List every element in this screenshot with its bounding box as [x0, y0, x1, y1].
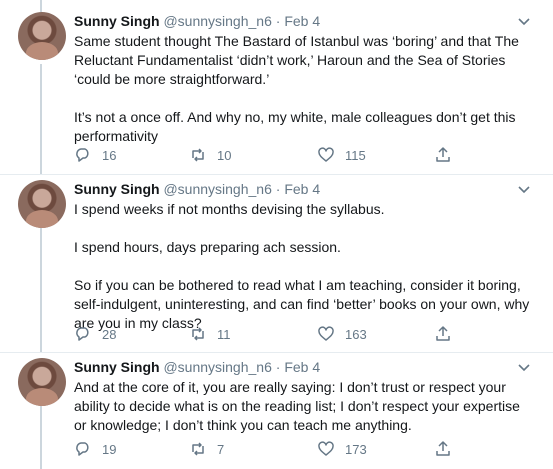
share-icon	[436, 147, 450, 162]
tweet[interactable]: Sunny Singh @sunnysingh_n6 · Feb 4 I spe…	[0, 180, 553, 350]
tweet-text: I spend weeks if not months devising the…	[74, 201, 530, 331]
chevron-down-icon[interactable]	[517, 14, 531, 28]
reply-button[interactable]: 16	[74, 146, 116, 164]
share-button[interactable]	[434, 325, 452, 343]
tweet-text: Same student thought The Bastard of Ista…	[74, 33, 519, 144]
timestamp[interactable]: Feb 4	[284, 181, 320, 197]
share-button[interactable]	[434, 440, 452, 458]
tweet-header: Sunny Singh @sunnysingh_n6 · Feb 4	[74, 12, 320, 30]
heart-icon	[318, 326, 334, 341]
reply-icon	[76, 327, 89, 341]
heart-icon	[318, 441, 334, 456]
like-button[interactable]: 163	[317, 325, 367, 343]
handle[interactable]: @sunnysingh_n6	[163, 359, 271, 375]
separator-dot: ·	[275, 359, 281, 375]
retweet-icon	[192, 148, 204, 162]
retweet-count: 10	[217, 147, 232, 163]
chevron-down-icon[interactable]	[517, 182, 531, 196]
reply-button[interactable]: 19	[74, 440, 116, 458]
like-count: 115	[345, 147, 366, 163]
tweet-header: Sunny Singh @sunnysingh_n6 · Feb 4	[74, 358, 320, 376]
reply-count: 16	[102, 147, 117, 163]
like-count: 173	[345, 441, 367, 457]
tweet-actions: 19 7 173	[74, 440, 534, 460]
reply-count: 28	[102, 326, 117, 342]
handle[interactable]: @sunnysingh_n6	[163, 13, 271, 29]
timestamp[interactable]: Feb 4	[284, 359, 320, 375]
like-count: 163	[345, 326, 367, 342]
heart-icon	[318, 147, 334, 162]
retweet-count: 11	[217, 326, 231, 342]
display-name[interactable]: Sunny Singh	[74, 181, 160, 197]
display-name[interactable]: Sunny Singh	[74, 13, 160, 29]
retweet-button[interactable]: 7	[189, 440, 224, 458]
tweet-actions: 16 10 115	[74, 146, 534, 166]
tweet[interactable]: Sunny Singh @sunnysingh_n6 · Feb 4 And a…	[0, 358, 553, 469]
divider	[0, 174, 553, 175]
chevron-down-icon[interactable]	[517, 360, 531, 374]
avatar[interactable]	[18, 12, 66, 60]
thread-line	[40, 0, 42, 12]
avatar[interactable]	[18, 358, 66, 406]
retweet-icon	[192, 327, 204, 341]
reply-icon	[76, 442, 89, 456]
retweet-button[interactable]: 11	[189, 325, 231, 343]
tweet-actions: 28 11 163	[74, 325, 534, 345]
divider	[0, 352, 553, 353]
tweet-text: And at the core of it, you are really sa…	[74, 379, 524, 433]
retweet-count: 7	[217, 441, 225, 457]
retweet-button[interactable]: 10	[189, 146, 231, 164]
handle[interactable]: @sunnysingh_n6	[163, 181, 271, 197]
timestamp[interactable]: Feb 4	[284, 13, 320, 29]
display-name[interactable]: Sunny Singh	[74, 359, 160, 375]
like-button[interactable]: 173	[317, 440, 367, 458]
tweet[interactable]: Sunny Singh @sunnysingh_n6 · Feb 4 Same …	[0, 12, 553, 172]
separator-dot: ·	[275, 181, 281, 197]
retweet-icon	[192, 442, 204, 456]
avatar[interactable]	[18, 180, 66, 228]
separator-dot: ·	[275, 13, 281, 29]
like-button[interactable]: 115	[317, 146, 366, 164]
reply-button[interactable]: 28	[74, 325, 116, 343]
tweet-header: Sunny Singh @sunnysingh_n6 · Feb 4	[74, 180, 320, 198]
reply-icon	[76, 148, 89, 162]
tweet-thread: Sunny Singh @sunnysingh_n6 · Feb 4 Same …	[0, 0, 553, 469]
reply-count: 19	[102, 441, 117, 457]
share-button[interactable]	[434, 146, 452, 164]
share-icon	[436, 326, 450, 341]
share-icon	[436, 441, 450, 456]
